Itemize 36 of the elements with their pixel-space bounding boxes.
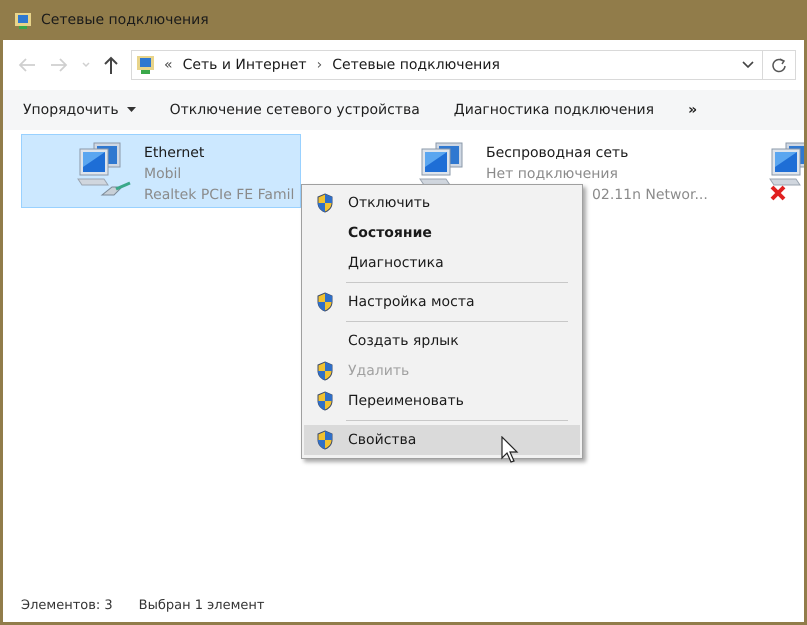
menu-item[interactable]: Создать ярлык [304,326,580,356]
command-button[interactable]: Отключение сетевого устройства [162,96,428,124]
status-text: Выбран 1 элемент [138,598,264,612]
adapter-name: Realtek PCIe FE Famil [144,186,294,205]
address-bar[interactable]: « Сеть и Интернет › Сетевые подключения [131,50,796,80]
up-arrow-icon[interactable] [103,55,119,75]
connection-name: Ethernet [144,144,206,163]
network-folder-icon [13,10,33,30]
mouse-cursor-icon [501,436,519,464]
shield-icon [316,361,334,381]
menu-item[interactable]: Настройка моста [304,287,580,317]
shield-icon [316,193,334,213]
connection-status: Нет подключения [486,165,619,184]
status-text: Элементов: 3 [21,598,113,612]
menu-item[interactable]: Состояние [304,218,580,248]
shield-icon [316,292,334,312]
breadcrumb[interactable]: Сетевые подключения [332,57,500,73]
adapter-name: 02.11n Networ... [591,186,708,205]
shield-icon [316,391,334,411]
more-commands-button[interactable]: » [680,96,706,124]
overflow-chevron[interactable]: « [164,57,173,73]
connection-name: Беспроводная сеть [486,144,630,163]
menu-item[interactable]: Отключить [304,188,580,218]
caret-icon [126,107,136,113]
menu-item[interactable]: Свойства [304,425,580,455]
breadcrumb-separator[interactable]: › [316,57,322,73]
command-button[interactable]: Упорядочить [15,96,144,124]
breadcrumb[interactable]: Сеть и Интернет [182,57,307,73]
window-title: Сетевые подключения [41,12,209,28]
shield-icon [316,430,334,450]
menu-item[interactable]: Переименовать [304,386,580,416]
network-folder-icon [136,54,156,76]
connection-item[interactable]: Ethernet Mobil Realtek PCIe FE Famil [21,134,301,208]
menu-item[interactable]: Диагностика [304,248,580,278]
connection-status: Mobil [144,165,182,184]
command-button[interactable]: Диагностика подключения [446,96,662,124]
